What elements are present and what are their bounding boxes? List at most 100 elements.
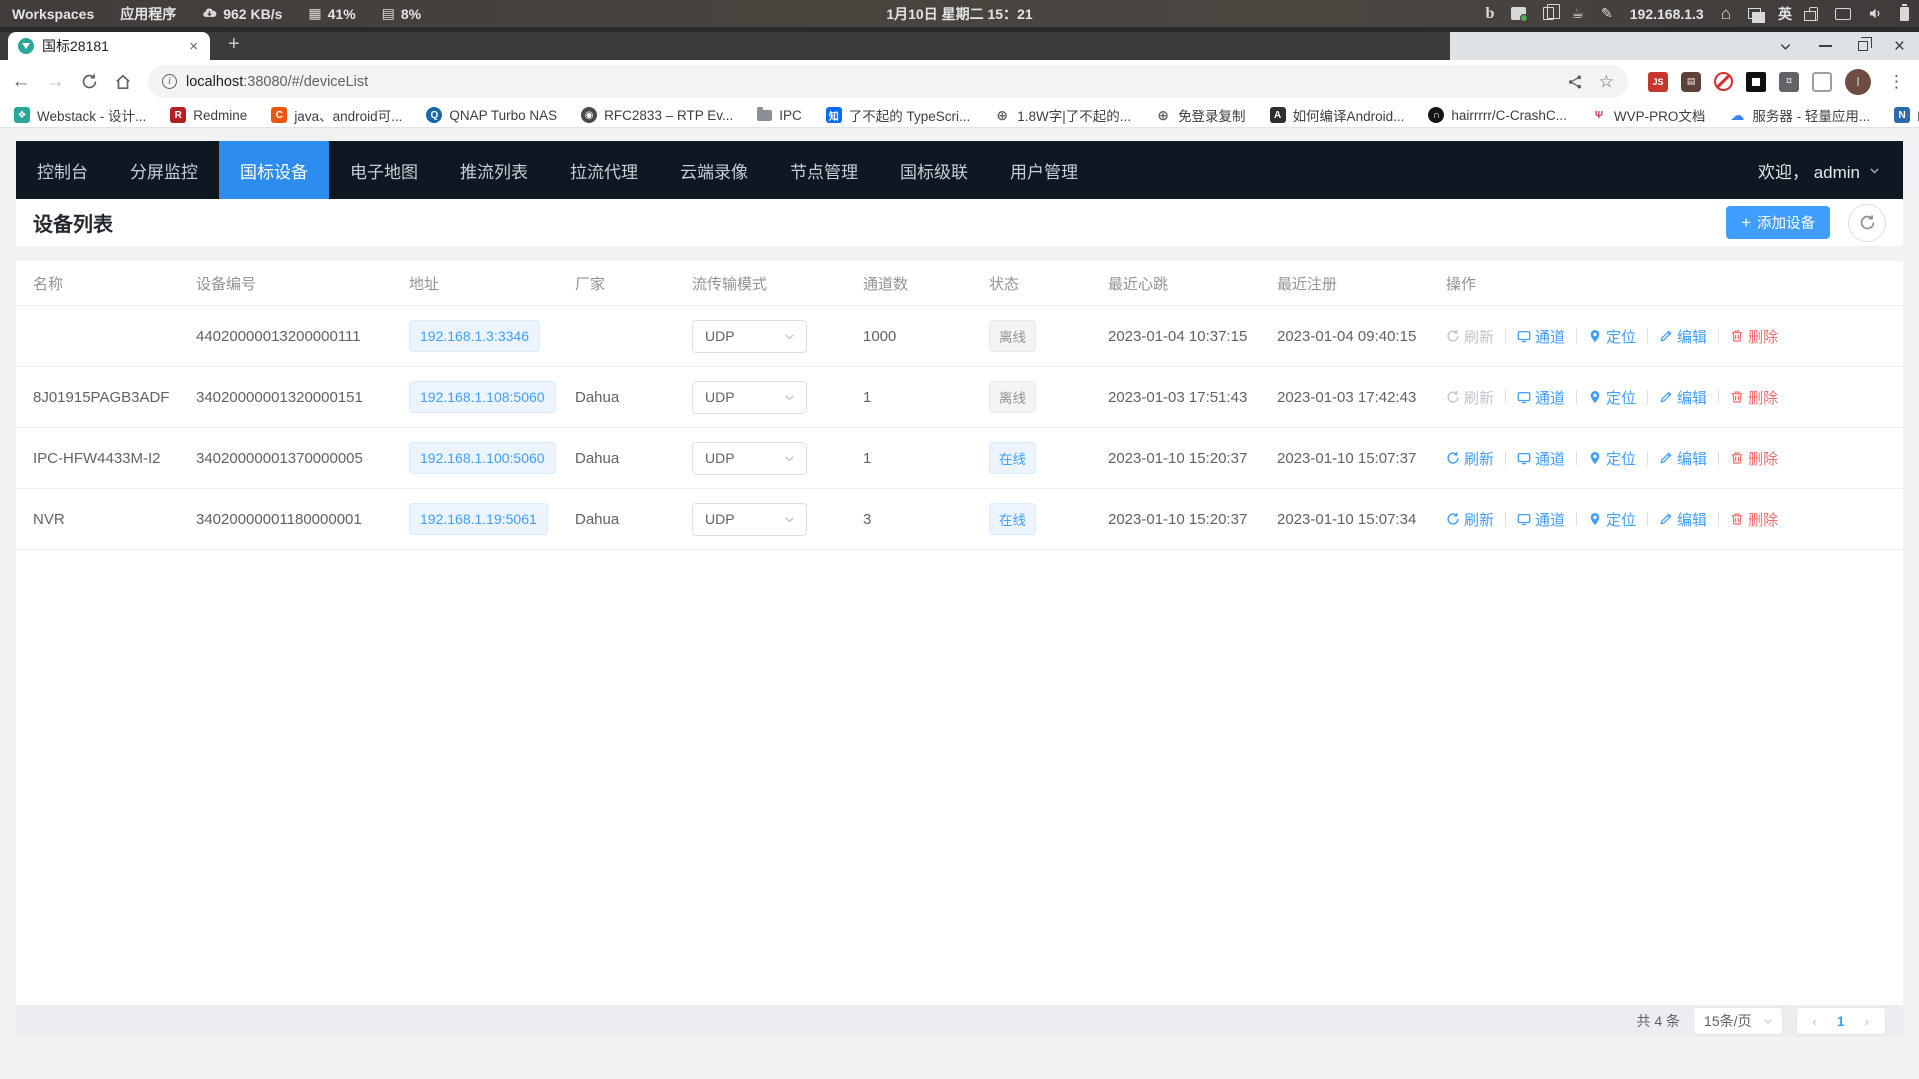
op-delete[interactable]: 删除 bbox=[1730, 326, 1778, 347]
profile-avatar[interactable]: I bbox=[1845, 69, 1871, 95]
bookmark-copy-free[interactable]: ⊕免登录复制 bbox=[1155, 105, 1246, 125]
close-window-button[interactable]: × bbox=[1894, 37, 1905, 56]
header-operations: 操作 bbox=[1446, 273, 1886, 294]
op-channel[interactable]: 通道 bbox=[1517, 509, 1565, 530]
nav-item-gb-cascade[interactable]: 国标级联 bbox=[879, 141, 989, 199]
screenshot-tray-icon[interactable] bbox=[1511, 7, 1526, 20]
bookmark-server[interactable]: ☁服务器 - 轻量应用... bbox=[1729, 105, 1870, 125]
home-tray-icon[interactable]: ⌂ bbox=[1721, 4, 1731, 24]
reload-button[interactable] bbox=[74, 67, 104, 97]
volume-icon[interactable] bbox=[1868, 6, 1883, 21]
network-speed-indicator: 962 KB/s bbox=[202, 6, 282, 22]
extensions-puzzle-icon[interactable]: ⌑ bbox=[1779, 72, 1799, 92]
op-delete[interactable]: 删除 bbox=[1730, 509, 1778, 530]
op-locate[interactable]: 定位 bbox=[1588, 448, 1636, 469]
input-method-indicator[interactable]: 英 bbox=[1778, 4, 1792, 24]
clipboard-tray-icon[interactable] bbox=[1543, 7, 1554, 20]
stream-mode-select[interactable]: UDP bbox=[692, 503, 807, 536]
refresh-list-button[interactable] bbox=[1848, 204, 1886, 242]
bookmark-hdatmos[interactable]: NHDAtmos :: 种子 *... bbox=[1894, 105, 1919, 125]
stream-mode-select[interactable]: UDP bbox=[692, 381, 807, 414]
picker-tray-icon[interactable]: ✎ bbox=[1601, 5, 1613, 22]
op-channel[interactable]: 通道 bbox=[1517, 448, 1565, 469]
tab-close-icon[interactable]: × bbox=[185, 37, 202, 56]
bookmark-star-icon[interactable]: ☆ bbox=[1599, 72, 1614, 92]
stream-mode-select[interactable]: UDP bbox=[692, 320, 807, 353]
workspaces-button[interactable]: Workspaces bbox=[12, 6, 94, 22]
next-page-button[interactable]: › bbox=[1855, 1014, 1879, 1029]
nav-item-console[interactable]: 控制台 bbox=[16, 141, 109, 199]
bookmark-18w[interactable]: ⊕1.8W字|了不起的... bbox=[994, 105, 1131, 125]
op-locate[interactable]: 定位 bbox=[1588, 326, 1636, 347]
bing-tray-icon[interactable]: b bbox=[1486, 5, 1495, 23]
site-info-icon[interactable]: i bbox=[162, 74, 177, 89]
nav-item-cloud-record[interactable]: 云端录像 bbox=[659, 141, 769, 199]
ip-address-indicator[interactable]: 192.168.1.3 bbox=[1630, 6, 1704, 22]
op-refresh[interactable]: 刷新 bbox=[1446, 509, 1494, 530]
applications-menu[interactable]: 应用程序 bbox=[120, 4, 176, 24]
phone-link-icon[interactable] bbox=[1809, 7, 1818, 21]
cell-device-id: 34020000001370000005 bbox=[196, 450, 409, 467]
bookmark-webstack[interactable]: ❖Webstack - 设计... bbox=[14, 105, 146, 125]
page-size-select[interactable]: 15条/页 bbox=[1693, 1007, 1782, 1035]
op-edit[interactable]: 编辑 bbox=[1659, 509, 1707, 530]
op-delete[interactable]: 删除 bbox=[1730, 448, 1778, 469]
globe-icon: ⊕ bbox=[994, 107, 1010, 123]
browser-tab[interactable]: 国标28181 × bbox=[8, 32, 210, 60]
extension-white-icon[interactable] bbox=[1812, 72, 1832, 92]
share-icon[interactable] bbox=[1567, 74, 1583, 90]
op-edit[interactable]: 编辑 bbox=[1659, 448, 1707, 469]
tab-search-chevron-icon[interactable] bbox=[1778, 39, 1793, 54]
back-button[interactable]: ← bbox=[6, 67, 36, 97]
total-count: 共 4 条 bbox=[1636, 1011, 1680, 1031]
bookmark-qnap[interactable]: QQNAP Turbo NAS bbox=[426, 107, 557, 123]
address-tag: 192.168.1.3:3346 bbox=[409, 320, 540, 352]
nav-item-gb-devices[interactable]: 国标设备 bbox=[219, 141, 329, 199]
op-locate[interactable]: 定位 bbox=[1588, 509, 1636, 530]
bookmark-android-build[interactable]: A如何编译Android... bbox=[1270, 105, 1405, 125]
bookmark-wvp-docs[interactable]: ΨWVP-PRO文档 bbox=[1591, 105, 1706, 125]
op-locate[interactable]: 定位 bbox=[1588, 387, 1636, 408]
display-icon[interactable] bbox=[1835, 8, 1851, 20]
op-edit[interactable]: 编辑 bbox=[1659, 326, 1707, 347]
browser-home-button[interactable] bbox=[108, 67, 138, 97]
nav-item-pull-proxy[interactable]: 拉流代理 bbox=[549, 141, 659, 199]
nav-item-user-manage[interactable]: 用户管理 bbox=[989, 141, 1099, 199]
nav-item-split-monitor[interactable]: 分屏监控 bbox=[109, 141, 219, 199]
forward-button: → bbox=[40, 67, 70, 97]
cell-device-id: 34020000001180000001 bbox=[196, 511, 409, 528]
globe-icon: ⊕ bbox=[1155, 107, 1171, 123]
extension-js-icon[interactable]: JS bbox=[1648, 72, 1668, 92]
bookmark-github[interactable]: ∩hairrrrr/C-CrashC... bbox=[1428, 107, 1567, 123]
bookmark-java-android[interactable]: Cjava、android可... bbox=[271, 105, 402, 125]
bookmark-folder-ipc[interactable]: IPC bbox=[757, 108, 802, 123]
stream-mode-select[interactable]: UDP bbox=[692, 442, 807, 475]
minimize-button[interactable] bbox=[1819, 45, 1832, 47]
extension-dark-icon[interactable]: ▤ bbox=[1681, 72, 1701, 92]
coffee-tray-icon[interactable]: ☕ bbox=[1571, 5, 1584, 22]
op-channel[interactable]: 通道 bbox=[1517, 326, 1565, 347]
new-tab-button[interactable]: + bbox=[220, 33, 248, 56]
nav-item-node-manage[interactable]: 节点管理 bbox=[769, 141, 879, 199]
nav-item-map[interactable]: 电子地图 bbox=[329, 141, 439, 199]
browser-menu-icon[interactable]: ⋮ bbox=[1884, 72, 1909, 92]
bookmark-redmine[interactable]: RRedmine bbox=[170, 107, 247, 123]
header-channels: 通道数 bbox=[863, 273, 989, 294]
op-refresh[interactable]: 刷新 bbox=[1446, 448, 1494, 469]
user-menu[interactable]: 欢迎， admin bbox=[1758, 141, 1903, 199]
op-channel[interactable]: 通道 bbox=[1517, 387, 1565, 408]
bookmark-rfc2833[interactable]: ◉RFC2833 – RTP Ev... bbox=[581, 107, 733, 123]
extension-frame-icon[interactable] bbox=[1746, 72, 1766, 92]
bookmark-typescript[interactable]: 知了不起的 TypeScri... bbox=[826, 105, 971, 125]
add-device-button[interactable]: + 添加设备 bbox=[1726, 206, 1830, 239]
restore-button[interactable] bbox=[1858, 41, 1868, 51]
windows-tray-icon[interactable] bbox=[1748, 8, 1761, 19]
address-bar[interactable]: i localhost:38080/#/deviceList ☆ bbox=[148, 65, 1628, 98]
nav-item-push-list[interactable]: 推流列表 bbox=[439, 141, 549, 199]
browser-tab-strip: 国标28181 × + × bbox=[0, 27, 1919, 60]
op-delete[interactable]: 删除 bbox=[1730, 387, 1778, 408]
current-page[interactable]: 1 bbox=[1827, 1013, 1855, 1029]
extension-blocker-icon[interactable] bbox=[1714, 72, 1733, 91]
op-edit[interactable]: 编辑 bbox=[1659, 387, 1707, 408]
prev-page-button[interactable]: ‹ bbox=[1803, 1014, 1827, 1029]
